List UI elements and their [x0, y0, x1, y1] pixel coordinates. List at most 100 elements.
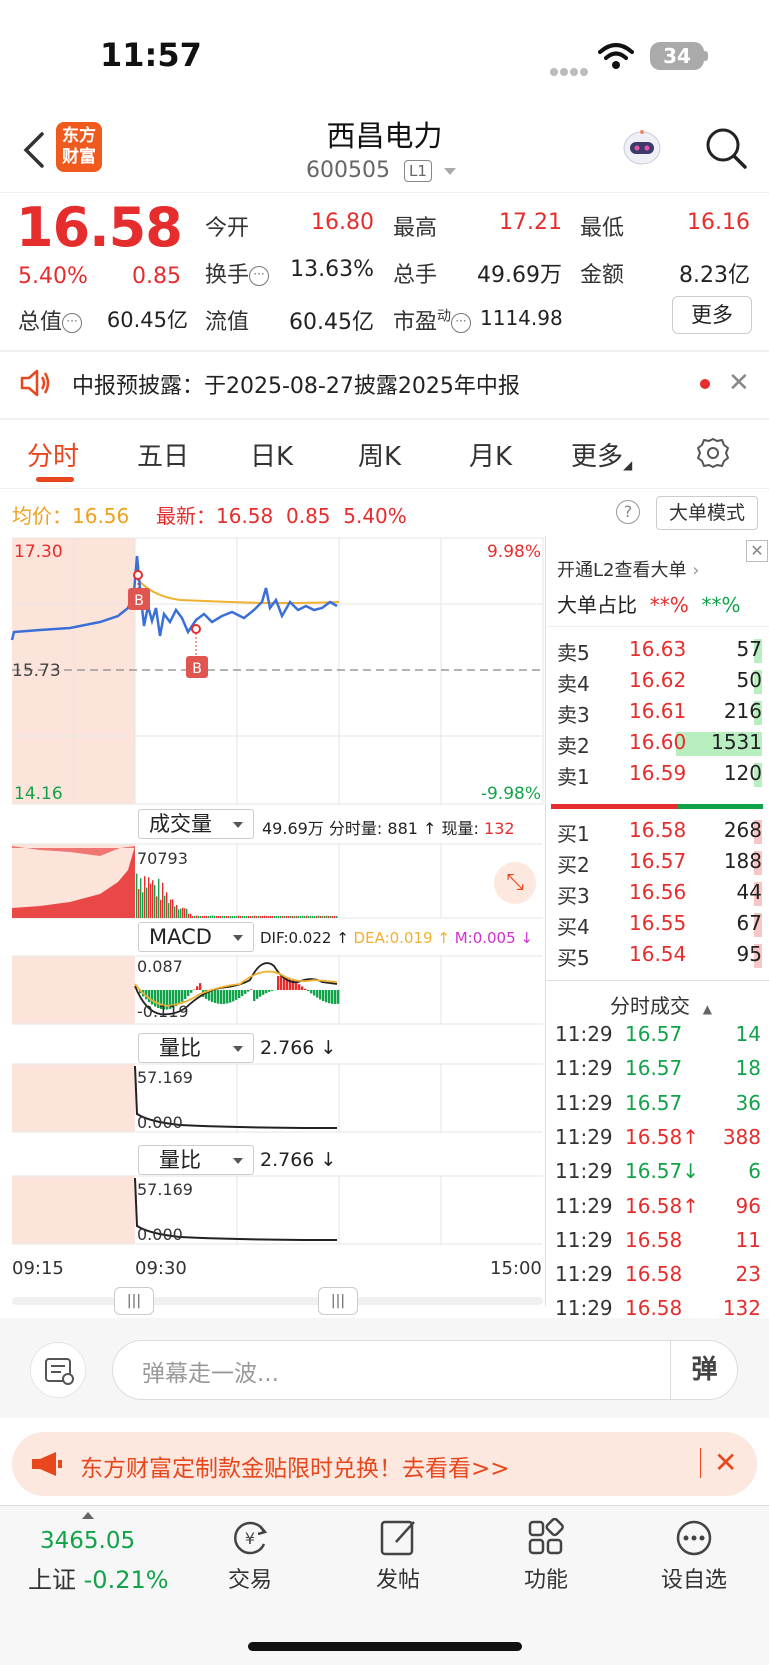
bid-price: 16.55 — [629, 911, 687, 935]
index-name[interactable]: 上证 -0.21% — [28, 1560, 169, 1595]
turnover-value: 13.63% — [290, 257, 374, 282]
bid-price: 16.57 — [629, 849, 687, 873]
nav-functions[interactable]: 功能 — [486, 1518, 606, 1594]
promo-text[interactable]: 东方财富定制款金贴限时兑换！去看看>> — [80, 1449, 510, 1483]
notice-text[interactable]: 中报预披露：于2025-08-27披露2025年中报 — [72, 368, 520, 400]
gear-icon[interactable] — [696, 436, 730, 470]
trade-volume: 36 — [735, 1090, 761, 1115]
bid-row[interactable]: 买2 16.57 188 — [557, 849, 762, 879]
stock-code[interactable]: 600505 — [306, 158, 390, 183]
pe-label: 市盈动 ··· — [393, 304, 472, 336]
active-tab-indicator — [36, 477, 74, 482]
trade-price: 16.57 — [625, 1056, 683, 1081]
bid-row[interactable]: 买3 16.56 44 — [557, 880, 762, 910]
bid-volume: 188 — [723, 849, 762, 873]
ask-price: 16.61 — [629, 699, 687, 723]
time-axis-end: 15:00 — [490, 1258, 542, 1279]
latest-price: 最新：16.58 0.85 5.40% — [156, 504, 407, 528]
level-badge: L1 — [404, 160, 432, 182]
ask-price: 16.59 — [629, 761, 687, 785]
trade-price: 16.58 — [625, 1124, 683, 1149]
ask-volume: 57 — [736, 637, 762, 661]
open-label: 今开 — [205, 216, 250, 241]
range-track[interactable] — [12, 1297, 543, 1305]
bid-level: 买5 — [557, 946, 590, 970]
macd-values: DIF:0.022 ↑ DEA:0.019 ↑ M:0.005 ↓ — [260, 929, 533, 947]
amount-label: 金额 — [580, 263, 625, 288]
tab-weekly-k[interactable]: 周K — [358, 436, 401, 473]
trade-volume: 14 — [735, 1022, 761, 1046]
trade-time: 11:29 — [555, 1296, 613, 1321]
ask-level: 卖1 — [557, 765, 590, 789]
bid-volume: 44 — [736, 880, 762, 904]
price-axis-top: 17.30 — [14, 542, 63, 562]
ask-row[interactable]: 卖5 16.63 57 — [557, 637, 762, 667]
expand-up-icon[interactable] — [82, 1512, 94, 1519]
trade-time: 11:29 — [555, 1056, 613, 1081]
pct-axis-bottom: -9.98% — [481, 784, 541, 804]
help-icon[interactable]: ? — [616, 500, 640, 524]
close-icon[interactable]: ✕ — [714, 1446, 737, 1479]
speaker-icon — [20, 369, 50, 397]
ask-row[interactable]: 卖4 16.62 50 — [557, 668, 762, 698]
search-icon[interactable] — [704, 126, 748, 170]
pct-axis-top: 9.98% — [487, 542, 541, 562]
bid-price: 16.58 — [629, 818, 687, 842]
danmu-placeholder: 弹幕走一波... — [142, 1361, 279, 1387]
chevron-down-icon[interactable] — [444, 168, 456, 175]
bid-row[interactable]: 买5 16.54 95 — [557, 942, 762, 972]
ask-row[interactable]: 卖3 16.61 216 — [557, 699, 762, 729]
bid-volume: 67 — [736, 911, 762, 935]
cellular-signal-icon — [550, 61, 590, 80]
ask-price: 16.60 — [629, 730, 687, 754]
svg-text:¥: ¥ — [245, 1529, 255, 1548]
battery-tip — [704, 51, 708, 61]
robot-assistant-icon[interactable] — [620, 126, 664, 170]
range-handle-left[interactable]: ||| — [114, 1287, 154, 1315]
l2-upgrade-link[interactable]: 开通L2查看大单 › — [557, 556, 699, 582]
nav-watchlist[interactable]: 设自选 — [634, 1518, 754, 1594]
nav-post[interactable]: 发帖 — [338, 1518, 458, 1594]
range-handle-right[interactable]: ||| — [318, 1287, 358, 1315]
more-quote-button[interactable]: 更多 — [672, 296, 752, 334]
ask-price: 16.63 — [629, 637, 687, 661]
bid-row[interactable]: 买4 16.55 67 — [557, 911, 762, 941]
volume-ratio-select[interactable]: 量比 — [138, 1033, 254, 1063]
trades-title[interactable]: 分时成交 ▲ — [610, 990, 712, 1019]
trade-row: 11:29 16.57 36 — [555, 1091, 761, 1125]
volume-indicator-select[interactable]: 成交量 — [138, 809, 254, 839]
bid-volume: 268 — [723, 818, 762, 842]
ask-row[interactable]: 卖2 16.60 1531 — [557, 730, 762, 760]
more-dots-icon — [676, 1520, 712, 1556]
ask-row[interactable]: 卖1 16.59 120 — [557, 761, 762, 791]
tab-intraday[interactable]: 分时 — [27, 436, 79, 473]
tab-more[interactable]: 更多◢ — [571, 436, 632, 473]
expand-icon[interactable]: ⤡ — [494, 862, 536, 904]
trade-row: 11:29 16.57↓ 6 — [555, 1159, 761, 1184]
trade-time: 11:29 — [555, 1193, 613, 1218]
trade-time: 11:29 — [555, 1159, 613, 1184]
close-icon[interactable]: ✕ — [746, 540, 768, 562]
macd-indicator-select[interactable]: MACD — [138, 922, 254, 952]
bid-row[interactable]: 买1 16.58 268 — [557, 818, 762, 848]
volume-ratio-value: 2.766 ↓ — [260, 1037, 337, 1059]
danmu-toggle-button[interactable]: 弹 — [670, 1340, 738, 1400]
volume-summary: 49.69万 分时量: 881 ↑ 现量: 132 — [262, 819, 515, 838]
large-order-mode-button[interactable]: 大单模式 — [656, 496, 758, 530]
ratio-axis-top-2: 57.169 — [137, 1180, 193, 1199]
nav-trade[interactable]: ¥ 交易 — [190, 1518, 310, 1594]
volume-ratio-select-2[interactable]: 量比 — [138, 1145, 254, 1175]
pe-value: 1114.98 — [480, 306, 563, 330]
bid-ask-balance-bar — [551, 804, 763, 809]
index-value[interactable]: 3465.05 — [40, 1528, 135, 1554]
unread-dot — [700, 379, 710, 389]
volume-axis-max: 70793 — [137, 849, 188, 868]
danmu-settings-icon[interactable] — [30, 1342, 86, 1398]
trade-volume: 96 — [735, 1193, 761, 1218]
tab-five-day[interactable]: 五日 — [137, 436, 189, 473]
tab-daily-k[interactable]: 日K — [250, 436, 293, 473]
close-icon[interactable]: ✕ — [728, 368, 750, 398]
tab-monthly-k[interactable]: 月K — [469, 436, 512, 473]
trade-price: 16.57 — [625, 1090, 683, 1115]
trade-volume: 11 — [735, 1227, 761, 1252]
